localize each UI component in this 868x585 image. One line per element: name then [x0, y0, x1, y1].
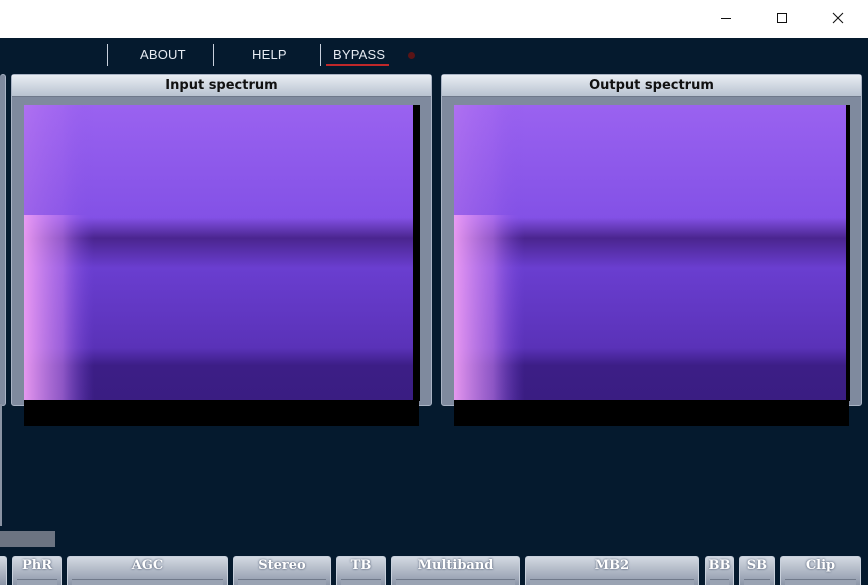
tab-underbar [710, 579, 729, 585]
window-titlebar [0, 0, 868, 38]
tab-underbar [396, 579, 515, 585]
tab-label: TB [350, 558, 372, 573]
minimize-icon [721, 18, 731, 19]
tab-label: SB [746, 558, 768, 573]
menu-help[interactable]: HELP [252, 47, 287, 62]
tab-sb[interactable]: SB [739, 556, 775, 585]
input-spectrum-title: Input spectrum [12, 75, 431, 97]
tab-underbar [72, 579, 223, 585]
output-spectrum-title: Output spectrum [442, 75, 861, 97]
close-icon [832, 12, 844, 24]
bypass-led-indicator [408, 52, 415, 59]
output-spectrogram [454, 105, 850, 401]
output-spectrum-panel: Output spectrum [441, 74, 862, 406]
tab-label: AGC [131, 558, 164, 573]
output-spectrum-display [454, 105, 850, 401]
left-rail [0, 404, 2, 526]
minimize-button[interactable] [698, 0, 754, 36]
tab-underbar [17, 579, 57, 585]
output-spectrum-base [454, 400, 849, 426]
tab-phr[interactable]: PhR [12, 556, 62, 585]
menu-separator [107, 44, 108, 66]
tab-partial[interactable] [0, 556, 7, 585]
tab-multiband[interactable]: Multiband [391, 556, 520, 585]
horizontal-scrollbar[interactable] [0, 531, 55, 547]
tab-label: Stereo [258, 558, 306, 573]
tab-clip[interactable]: Clip [780, 556, 861, 585]
top-menu: ABOUT HELP BYPASS [0, 38, 868, 72]
tab-mb2[interactable]: MB2 [525, 556, 699, 585]
tab-underbar [785, 579, 856, 585]
tab-underbar [530, 579, 694, 585]
menu-separator [320, 44, 321, 66]
tab-label: MB2 [594, 558, 630, 573]
close-button[interactable] [810, 0, 866, 36]
tab-underbar [341, 579, 381, 585]
left-panel-edge [0, 74, 6, 406]
menu-bypass[interactable]: BYPASS [333, 47, 385, 62]
menu-about[interactable]: ABOUT [140, 47, 186, 62]
tab-agc[interactable]: AGC [67, 556, 228, 585]
tab-stereo[interactable]: Stereo [233, 556, 331, 585]
input-spectrum-display [24, 105, 420, 401]
input-spectrum-panel: Input spectrum [11, 74, 432, 406]
maximize-button[interactable] [754, 0, 810, 36]
maximize-icon [777, 13, 787, 23]
bypass-underline [326, 64, 389, 66]
tab-tb[interactable]: TB [336, 556, 386, 585]
tab-label: PhR [21, 558, 53, 573]
input-spectrum-base [24, 400, 419, 426]
tab-label: Multiband [417, 558, 494, 573]
tab-underbar [238, 579, 326, 585]
tab-bb[interactable]: BB [705, 556, 734, 585]
tab-label: BB [708, 558, 731, 573]
tab-label: Clip [805, 558, 836, 573]
menu-separator [213, 44, 214, 66]
tab-underbar [744, 579, 770, 585]
input-spectrogram [24, 105, 420, 401]
